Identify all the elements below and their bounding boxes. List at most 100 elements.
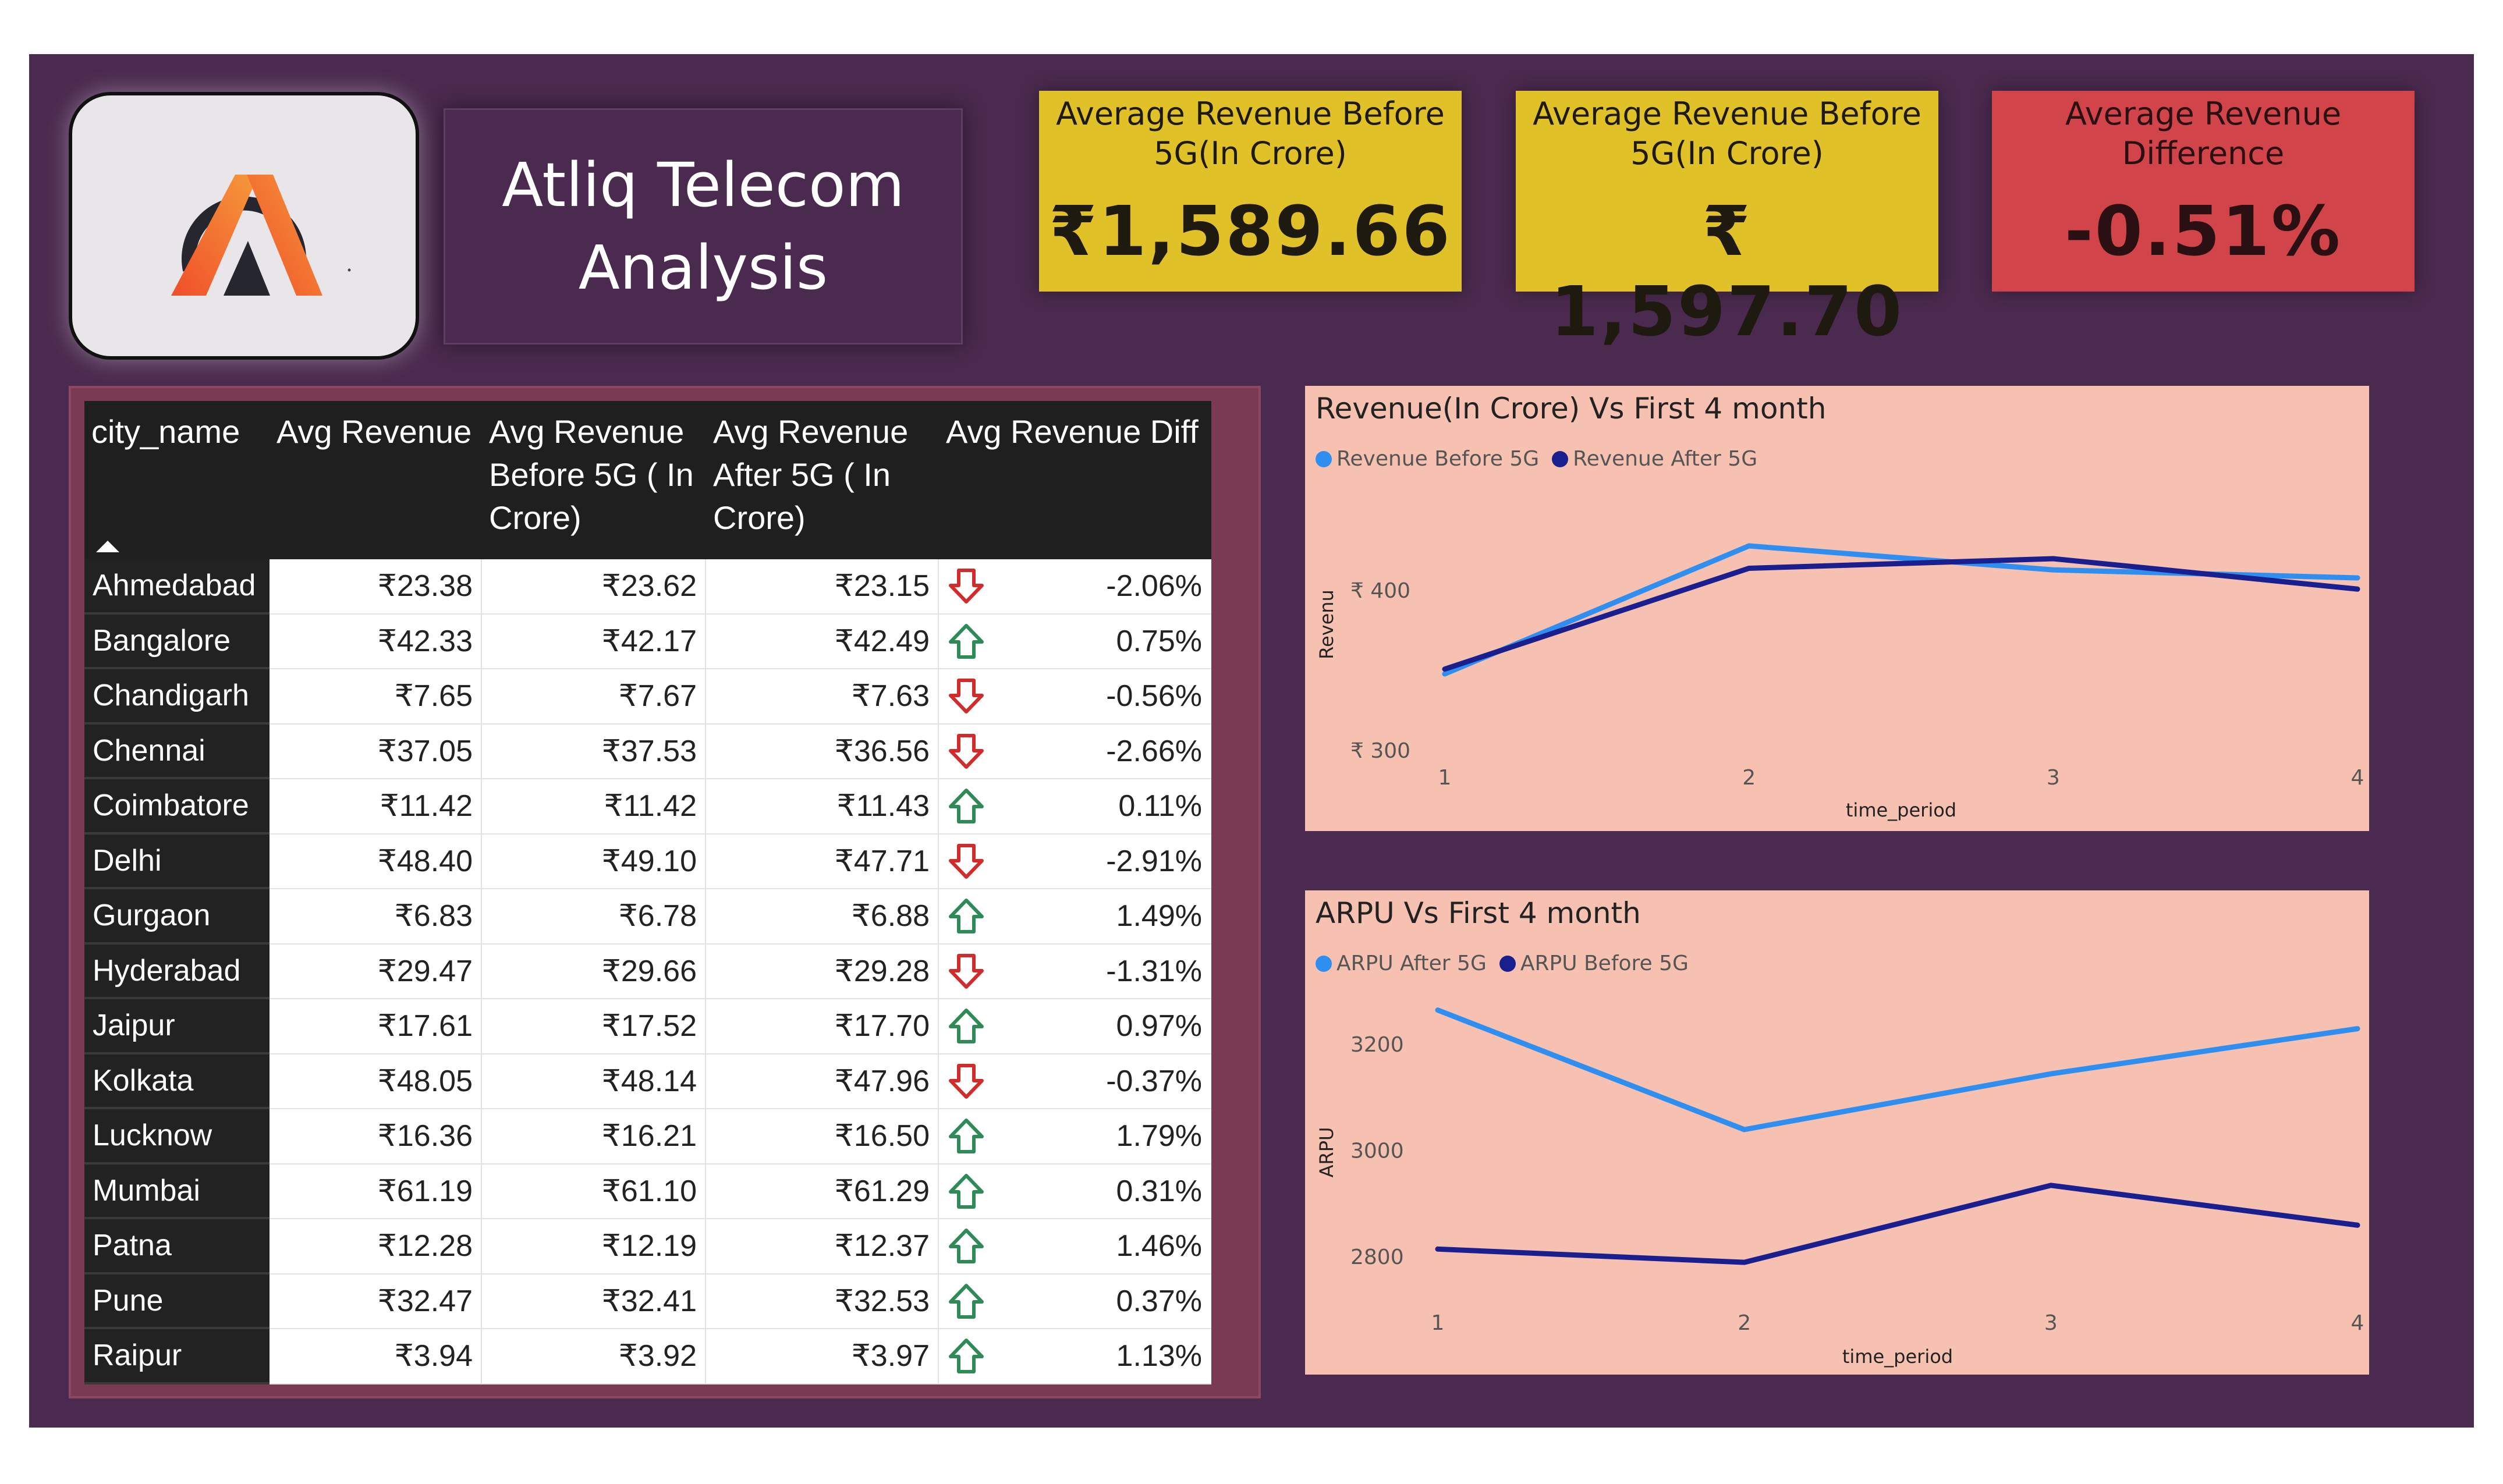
cell-city-name: Patna: [84, 1219, 270, 1274]
kpi-value: ₹1,589.66: [1049, 191, 1452, 271]
kpi-value: ₹ 1,597.70: [1550, 191, 1904, 352]
cell-avg-revenue-after: ₹32.53: [706, 1274, 939, 1329]
diff-value: -1.31%: [1106, 954, 1202, 988]
cell-avg-revenue-after: ₹29.28: [706, 944, 939, 999]
cell-avg-revenue-diff: -2.66%: [939, 724, 1211, 779]
y-tick-label: ₹ 300: [1350, 739, 1410, 763]
diff-value: -2.66%: [1106, 734, 1202, 768]
cell-avg-revenue-before: ₹37.53: [482, 724, 706, 779]
diff-value: -0.37%: [1106, 1064, 1202, 1098]
chart-plot-area: 2800 3000 3200 1 2 3 4 time_period ARPU: [1316, 1007, 2364, 1368]
table-row[interactable]: Mumbai ₹61.19 ₹61.10 ₹61.29 0.31%: [84, 1164, 1211, 1219]
cell-city-name: Coimbatore: [84, 779, 270, 835]
column-header-avg-revenue-before[interactable]: Avg Revenue Before 5G ( In Crore): [482, 401, 706, 559]
table-row[interactable]: Delhi ₹48.40 ₹49.10 ₹47.71 -2.91%: [84, 834, 1211, 889]
cell-avg-revenue-diff: 1.13%: [939, 1329, 1211, 1384]
cell-avg-revenue: ₹16.36: [270, 1109, 482, 1165]
cell-avg-revenue-before: ₹12.19: [482, 1219, 706, 1274]
table-row[interactable]: Chennai ₹37.05 ₹37.53 ₹36.56 -2.66%: [84, 724, 1211, 779]
y-axis-title: ARPU: [1316, 1127, 1338, 1178]
diff-value: 0.31%: [1116, 1174, 1202, 1208]
cell-avg-revenue-diff: 1.46%: [939, 1219, 1211, 1274]
sort-ascending-icon[interactable]: [96, 541, 119, 552]
cell-city-name: Kolkata: [84, 1054, 270, 1109]
table-row[interactable]: Jaipur ₹17.61 ₹17.52 ₹17.70 0.97%: [84, 999, 1211, 1055]
cell-avg-revenue-diff: -2.06%: [939, 559, 1211, 615]
cell-avg-revenue: ₹42.33: [270, 614, 482, 669]
table-row[interactable]: Ahmedabad ₹23.38 ₹23.62 ₹23.15 -2.06%: [84, 559, 1211, 615]
table-row[interactable]: Chandigarh ₹7.65 ₹7.67 ₹7.63 -0.56%: [84, 669, 1211, 725]
x-tick-label: 2: [1742, 766, 1756, 790]
kpi-card-revenue-after: Average Revenue Before 5G(In Crore) ₹ 1,…: [1516, 91, 1938, 352]
cell-avg-revenue-after: ₹6.88: [706, 889, 939, 945]
cell-avg-revenue-before: ₹6.78: [482, 889, 706, 945]
cell-city-name: Jaipur: [84, 999, 270, 1055]
cell-avg-revenue-before: ₹49.10: [482, 834, 706, 889]
city-revenue-table[interactable]: city_name Avg Revenue Avg Revenue Before…: [84, 401, 1211, 1384]
cell-avg-revenue: ₹61.19: [270, 1164, 482, 1219]
table-row[interactable]: Gurgaon ₹6.83 ₹6.78 ₹6.88 1.49%: [84, 889, 1211, 945]
arrow-up-icon: [949, 899, 984, 934]
arpu-line-chart: ARPU Vs First 4 month ARPU After 5G ARPU…: [1305, 890, 2369, 1375]
column-header-city-name[interactable]: city_name: [84, 401, 270, 559]
table-row[interactable]: Pune ₹32.47 ₹32.41 ₹32.53 0.37%: [84, 1274, 1211, 1329]
cell-avg-revenue-after: ₹23.15: [706, 559, 939, 615]
cell-avg-revenue-before: ₹32.41: [482, 1274, 706, 1329]
cell-avg-revenue-diff: 0.11%: [939, 779, 1211, 835]
cell-city-name: Gurgaon: [84, 889, 270, 945]
table-body: Ahmedabad ₹23.38 ₹23.62 ₹23.15 -2.06% Bangalo…: [84, 559, 1211, 1384]
table-row[interactable]: Patna ₹12.28 ₹12.19 ₹12.37 1.46%: [84, 1219, 1211, 1274]
cell-avg-revenue: ₹7.65: [270, 669, 482, 725]
atliq-logo: [171, 175, 351, 296]
table-row[interactable]: Bangalore ₹42.33 ₹42.17 ₹42.49 0.75%: [84, 614, 1211, 669]
cell-city-name: Mumbai: [84, 1164, 270, 1219]
arrow-up-icon: [949, 1009, 984, 1044]
cell-city-name: Lucknow: [84, 1109, 270, 1165]
arrow-up-icon: [949, 623, 984, 659]
cell-avg-revenue-diff: -0.56%: [939, 669, 1211, 725]
cell-avg-revenue: ₹32.47: [270, 1274, 482, 1329]
arrow-down-icon: [949, 1063, 984, 1099]
cell-avg-revenue: ₹48.05: [270, 1054, 482, 1109]
table-row[interactable]: Hyderabad ₹29.47 ₹29.66 ₹29.28 -1.31%: [84, 944, 1211, 999]
x-axis-title: time_period: [1842, 1345, 1953, 1368]
series-line-2: [1435, 1183, 2360, 1265]
x-tick-label: 3: [2044, 1311, 2058, 1335]
column-header-avg-revenue[interactable]: Avg Revenue: [270, 401, 482, 559]
table-row[interactable]: Raipur ₹3.94 ₹3.92 ₹3.97 1.13%: [84, 1329, 1211, 1384]
kpi-card-revenue-difference: Average Revenue Difference -0.51%: [1992, 91, 2415, 292]
kpi-label: Average Revenue Before 5G(In Crore): [1056, 95, 1445, 172]
cell-avg-revenue-after: ₹7.63: [706, 669, 939, 725]
cell-avg-revenue-diff: 0.31%: [939, 1164, 1211, 1219]
cell-avg-revenue-diff: -0.37%: [939, 1054, 1211, 1109]
dashboard-title: Atliq Telecom Analysis: [502, 150, 905, 303]
cell-avg-revenue: ₹3.94: [270, 1329, 482, 1384]
title-card: Atliq Telecom Analysis: [444, 108, 963, 345]
diff-value: 0.97%: [1116, 1009, 1202, 1043]
diff-value: 0.37%: [1116, 1284, 1202, 1318]
cell-city-name: Raipur: [84, 1329, 270, 1384]
column-header-avg-revenue-after[interactable]: Avg Revenue After 5G ( In Crore): [706, 401, 939, 559]
cell-avg-revenue-after: ₹16.50: [706, 1109, 939, 1165]
table-row[interactable]: Lucknow ₹16.36 ₹16.21 ₹16.50 1.79%: [84, 1109, 1211, 1165]
diff-value: -2.91%: [1106, 844, 1202, 878]
cell-avg-revenue-before: ₹29.66: [482, 944, 706, 999]
cell-avg-revenue-diff: -1.31%: [939, 944, 1211, 999]
cell-city-name: Chandigarh: [84, 669, 270, 725]
kpi-value: -0.51%: [2064, 191, 2342, 271]
x-tick-label: 4: [2351, 766, 2364, 790]
column-header-avg-revenue-diff[interactable]: Avg Revenue Diff: [939, 401, 1211, 559]
table-row[interactable]: Coimbatore ₹11.42 ₹11.42 ₹11.43 0.11%: [84, 779, 1211, 835]
arrow-down-icon: [949, 733, 984, 769]
arrow-up-icon: [949, 1229, 984, 1264]
table-row[interactable]: Kolkata ₹48.05 ₹48.14 ₹47.96 -0.37%: [84, 1054, 1211, 1109]
cell-avg-revenue: ₹48.40: [270, 834, 482, 889]
cell-avg-revenue-before: ₹61.10: [482, 1164, 706, 1219]
cell-avg-revenue: ₹6.83: [270, 889, 482, 945]
cell-avg-revenue-before: ₹7.67: [482, 669, 706, 725]
y-tick-label: 3200: [1350, 1033, 1404, 1057]
cell-avg-revenue-before: ₹3.92: [482, 1329, 706, 1384]
cell-avg-revenue-after: ₹3.97: [706, 1329, 939, 1384]
x-tick-label: 4: [2351, 1311, 2364, 1335]
arrow-up-icon: [949, 1173, 984, 1209]
